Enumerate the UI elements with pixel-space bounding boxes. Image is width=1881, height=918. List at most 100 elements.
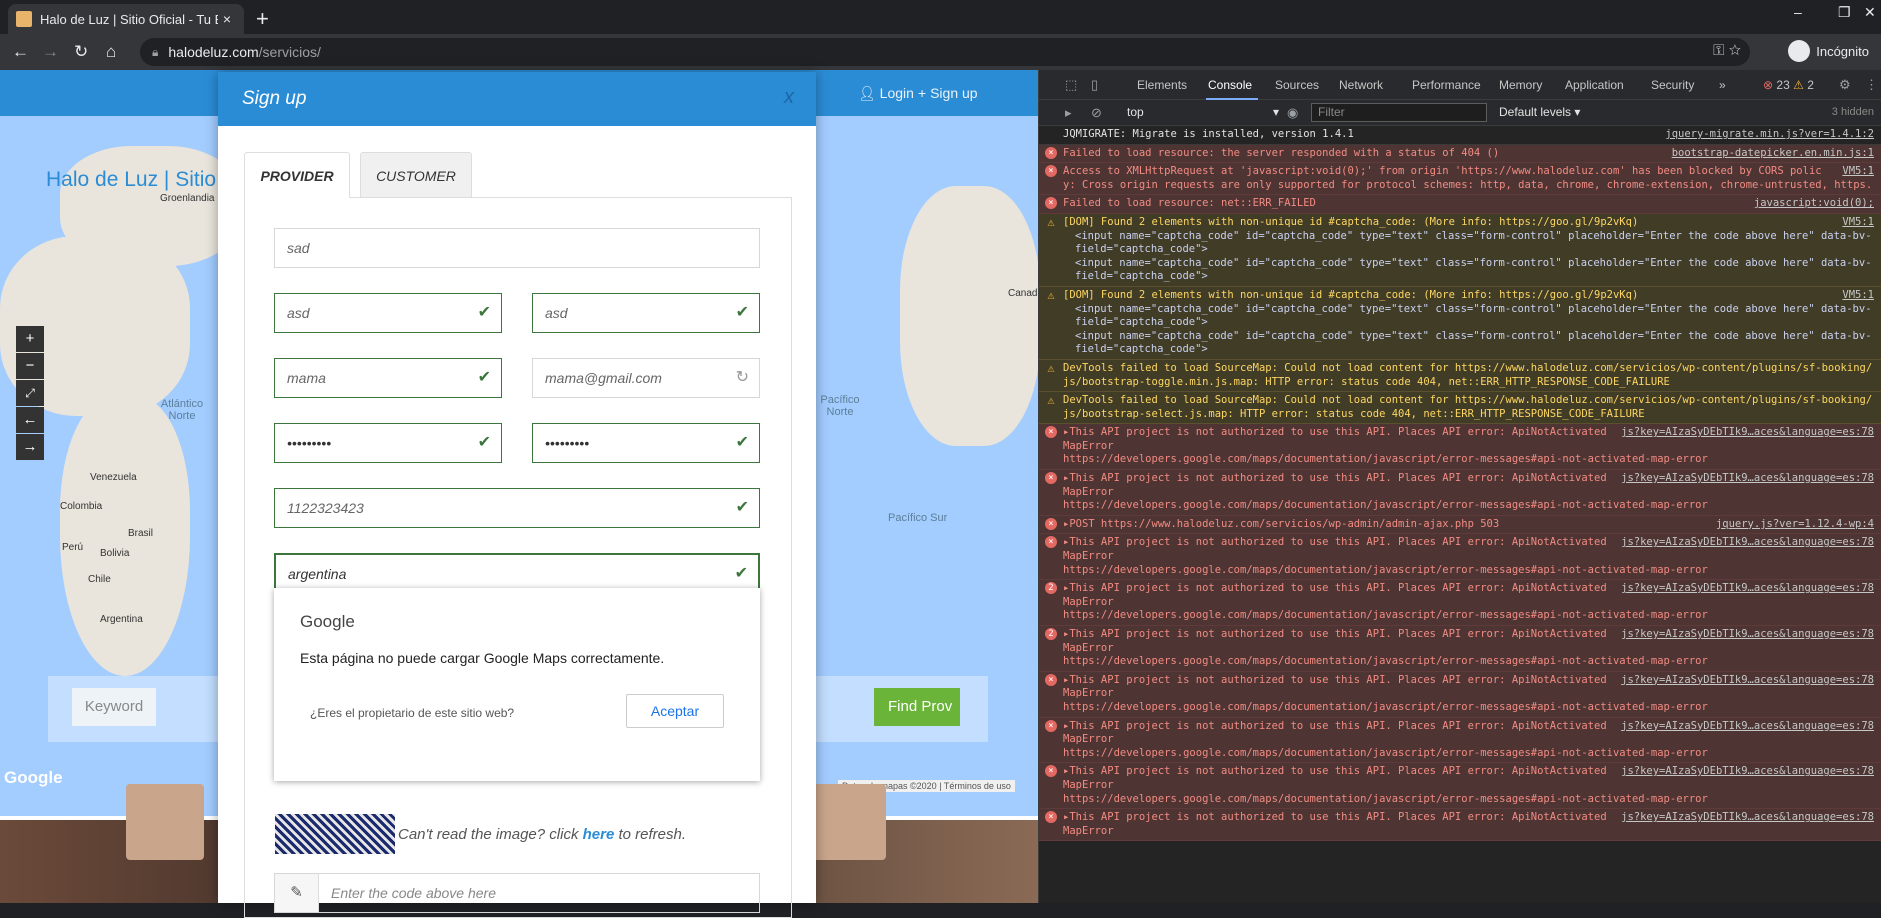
- username-field[interactable]: sad: [274, 228, 760, 268]
- message-source-link[interactable]: js?key=AIzaSyDEbTIk9…aces&language=es:78: [1611, 472, 1874, 486]
- more-tabs-icon[interactable]: »: [1719, 78, 1726, 92]
- close-window-button[interactable]: ✕: [1864, 4, 1876, 21]
- settings-gear-icon[interactable]: ⚙: [1839, 77, 1851, 93]
- tab-memory[interactable]: Memory: [1499, 78, 1542, 92]
- email-field[interactable]: mama@gmail.com ↻: [532, 358, 760, 398]
- provider-avatar[interactable]: [808, 784, 886, 860]
- phone-value: 1122323423: [287, 500, 364, 516]
- message-text: DevTools failed to load SourceMap: Could…: [1063, 361, 1873, 388]
- minimize-button[interactable]: –: [1794, 4, 1802, 20]
- clear-console-icon[interactable]: ⊘: [1091, 105, 1102, 121]
- accept-button[interactable]: Aceptar: [626, 694, 724, 728]
- header-login-link[interactable]: 👤︎ Login: [858, 85, 914, 102]
- message-source-link[interactable]: js?key=AIzaSyDEbTIk9…aces&language=es:78: [1611, 426, 1874, 440]
- header-signup-link[interactable]: + Sign up: [918, 85, 978, 101]
- message-source-link[interactable]: jquery-migrate.min.js?ver=1.4.1:2: [1655, 128, 1874, 142]
- phone-field[interactable]: 1122323423 ✔: [274, 488, 760, 528]
- message-source-link[interactable]: js?key=AIzaSyDEbTIk9…aces&language=es:78: [1611, 720, 1874, 734]
- reload-icon[interactable]: ↻: [74, 42, 88, 62]
- forward-icon[interactable]: →: [42, 42, 59, 62]
- message-source-link[interactable]: VM5:1: [1832, 289, 1874, 303]
- console-error-message[interactable]: × js?key=AIzaSyDEbTIk9…aces&language=es:7…: [1039, 424, 1881, 471]
- password-confirm-field[interactable]: ••••••••• ✔: [532, 423, 760, 463]
- first-name-field[interactable]: asd ✔: [274, 293, 502, 333]
- message-source-link[interactable]: js?key=AIzaSyDEbTIk9…aces&language=es:78: [1611, 811, 1874, 825]
- restore-button[interactable]: ❐: [1838, 4, 1851, 21]
- console-warn-message[interactable]: ⚠ VM5:1 [DOM] Found 2 elements with non-un…: [1039, 213, 1881, 287]
- tab-close-icon[interactable]: ×: [218, 11, 236, 27]
- console-error-message[interactable]: × jquery.js?ver=1.12.4-wp:4 ▸POST https://…: [1039, 515, 1881, 535]
- message-source-link[interactable]: VM5:1: [1832, 216, 1874, 230]
- find-provider-button[interactable]: Find Prov: [874, 688, 960, 726]
- back-icon[interactable]: ←: [12, 42, 29, 62]
- provider-avatar[interactable]: [126, 784, 204, 860]
- console-error-message[interactable]: × js?key=AIzaSyDEbTIk9…aces&language=es:7…: [1039, 671, 1881, 718]
- device-toggle-icon[interactable]: ▯: [1091, 77, 1098, 93]
- tab-customer[interactable]: CUSTOMER: [360, 152, 472, 198]
- new-tab-button[interactable]: +: [256, 6, 269, 32]
- browser-tab[interactable]: Halo de Luz | Sitio Oficial - Tu Esp ×: [8, 4, 244, 34]
- context-select[interactable]: top ▾: [1127, 105, 1279, 119]
- console-warn-message[interactable]: ⚠ VM5:1 [DOM] Found 2 elements with non-un…: [1039, 286, 1881, 360]
- zoom-in-button[interactable]: +: [16, 326, 44, 352]
- console-warn-message[interactable]: ⚠ DevTools failed to load SourceMap: Coul…: [1039, 359, 1881, 393]
- console-log-message[interactable]: jquery-migrate.min.js?ver=1.4.1:2 JQMIGRA…: [1039, 126, 1881, 145]
- tab-network[interactable]: Network: [1339, 78, 1383, 92]
- message-source-link[interactable]: js?key=AIzaSyDEbTIk9…aces&language=es:78: [1611, 674, 1874, 688]
- bookmark-star-icon[interactable]: ⚿ ☆: [1713, 42, 1741, 59]
- tab-provider[interactable]: PROVIDER: [244, 152, 350, 198]
- inspect-icon[interactable]: ⬚: [1065, 77, 1077, 93]
- tab-console[interactable]: Console: [1208, 78, 1252, 92]
- console-warn-message[interactable]: ⚠ DevTools failed to load SourceMap: Coul…: [1039, 392, 1881, 425]
- tab-performance[interactable]: Performance: [1412, 78, 1481, 92]
- map-right-icon[interactable]: →: [16, 434, 44, 460]
- console-error-message[interactable]: 2 js?key=AIzaSyDEbTIk9…aces&language=es:7…: [1039, 626, 1881, 672]
- live-expression-icon[interactable]: ◉: [1287, 105, 1298, 121]
- url-path: /servicios/: [258, 44, 321, 60]
- console-error-message[interactable]: × js?key=AIzaSyDEbTIk9…aces&language=es:7…: [1039, 717, 1881, 764]
- console-error-message[interactable]: × VM5:1 Access to XMLHttpRequest at 'javas…: [1039, 163, 1881, 196]
- home-icon[interactable]: ⌂: [106, 42, 116, 62]
- tab-sources[interactable]: Sources: [1275, 78, 1319, 92]
- message-source-link[interactable]: VM5:1: [1832, 165, 1874, 179]
- console-filter-input[interactable]: Filter: [1311, 103, 1487, 122]
- message-source-link[interactable]: js?key=AIzaSyDEbTIk9…aces&language=es:78: [1611, 765, 1874, 779]
- zoom-out-button[interactable]: −: [16, 353, 44, 379]
- console-error-message[interactable]: × javascript:void(0); Failed to load resou…: [1039, 195, 1881, 214]
- message-source-link[interactable]: js?key=AIzaSyDEbTIk9…aces&language=es:78: [1611, 536, 1874, 550]
- country-field[interactable]: argentina ✔: [274, 553, 760, 593]
- tab-elements[interactable]: Elements: [1137, 78, 1187, 92]
- map-left-icon[interactable]: ←: [16, 407, 44, 433]
- console-error-message[interactable]: 2 js?key=AIzaSyDEbTIk9…aces&language=es:7…: [1039, 580, 1881, 626]
- message-text: [DOM] Found 2 elements with non-unique i…: [1063, 215, 1639, 228]
- message-source-link[interactable]: jquery.js?ver=1.12.4-wp:4: [1706, 518, 1874, 532]
- devtools-menu-icon[interactable]: ⋮: [1865, 77, 1878, 93]
- password-field[interactable]: ••••••••• ✔: [274, 423, 502, 463]
- fullscreen-icon[interactable]: ⤢: [16, 380, 44, 406]
- last-name-field[interactable]: asd ✔: [532, 293, 760, 333]
- console-error-message[interactable]: × js?key=AIzaSyDEbTIk9…aces&language=es:7…: [1039, 534, 1881, 581]
- address-bar[interactable]: 🔒︎ halodeluz.com/servicios/: [140, 38, 1750, 66]
- console-error-message[interactable]: × js?key=AIzaSyDEbTIk9…aces&language=es:7…: [1039, 809, 1881, 842]
- tab-security[interactable]: Security: [1651, 78, 1694, 92]
- sidebar-toggle-icon[interactable]: ▸: [1065, 105, 1072, 121]
- captcha-code-input[interactable]: ✎ Enter the code above here: [274, 873, 760, 913]
- message-source-link[interactable]: javascript:void(0);: [1744, 197, 1874, 211]
- message-source-link[interactable]: js?key=AIzaSyDEbTIk9…aces&language=es:78: [1611, 582, 1874, 596]
- modal-header: Sign up: [218, 72, 816, 126]
- tab-application[interactable]: Application: [1565, 78, 1624, 92]
- display-name-field[interactable]: mama ✔: [274, 358, 502, 398]
- modal-close-button[interactable]: x: [784, 86, 794, 109]
- keyword-input[interactable]: Keyword: [72, 688, 156, 726]
- console-error-message[interactable]: × js?key=AIzaSyDEbTIk9…aces&language=es:7…: [1039, 763, 1881, 810]
- console-error-message[interactable]: × bootstrap-datepicker.en.min.js:1 Failed …: [1039, 144, 1881, 164]
- incognito-indicator[interactable]: Incógnito: [1788, 40, 1869, 62]
- error-icon: ×: [1045, 517, 1057, 530]
- console-error-message[interactable]: × js?key=AIzaSyDEbTIk9…aces&language=es:7…: [1039, 470, 1881, 516]
- issue-counts[interactable]: ⊗ 23 ⚠ 2: [1763, 78, 1814, 92]
- log-levels-dropdown[interactable]: Default levels ▾: [1499, 105, 1580, 119]
- captcha-refresh-link[interactable]: here: [583, 826, 615, 843]
- message-source-link[interactable]: js?key=AIzaSyDEbTIk9…aces&language=es:78: [1611, 628, 1874, 642]
- message-source-link[interactable]: bootstrap-datepicker.en.min.js:1: [1662, 147, 1874, 161]
- google-maps-error-popup: Google Esta página no puede cargar Googl…: [274, 588, 760, 781]
